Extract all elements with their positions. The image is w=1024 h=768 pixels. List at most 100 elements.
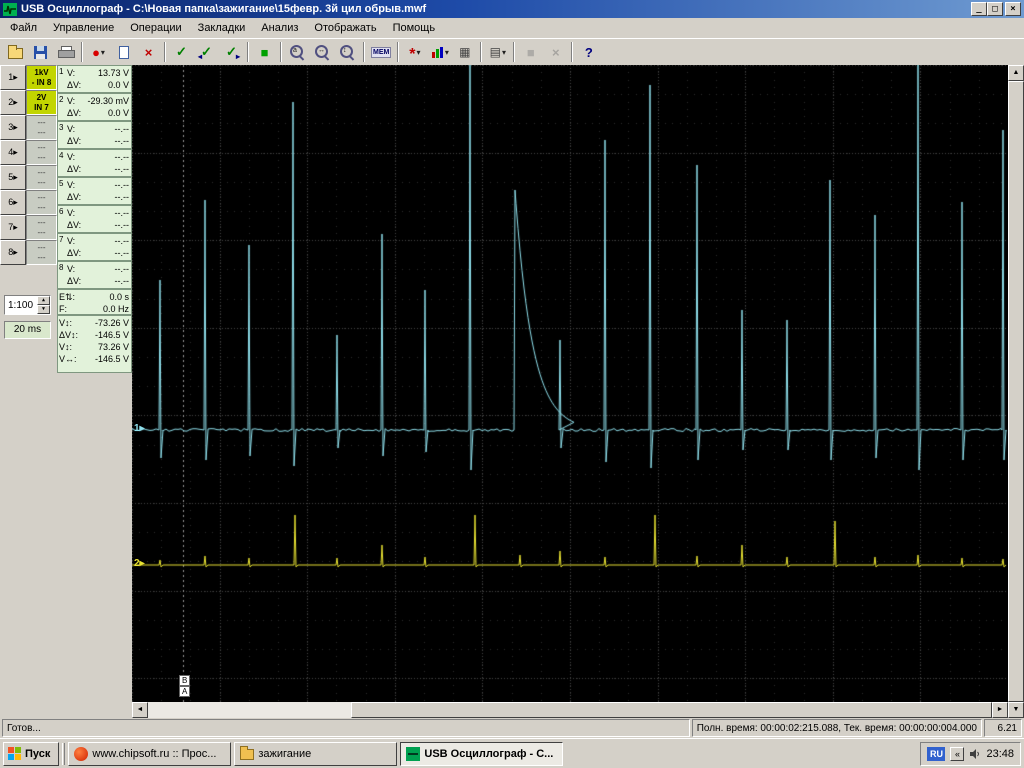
analysis-button[interactable]: ▾ bbox=[427, 40, 452, 64]
taskbar-task-2[interactable]: зажигание bbox=[234, 742, 397, 766]
delta-voltage-value: --.-- bbox=[115, 191, 130, 203]
mark-next-button[interactable]: ✓ bbox=[219, 40, 244, 64]
floppy-icon bbox=[34, 46, 47, 59]
mark-ok-button[interactable]: ✓ bbox=[169, 40, 194, 64]
voltage-label: V: bbox=[67, 151, 75, 163]
mark-prev-button[interactable]: ✓ bbox=[194, 40, 219, 64]
maximize-button[interactable]: □ bbox=[987, 2, 1003, 16]
range-value: --- bbox=[27, 143, 56, 153]
channel-5-range-box[interactable]: ------ bbox=[26, 165, 57, 190]
record-icon: ● bbox=[92, 45, 100, 60]
trace-1-marker[interactable]: 1▸ bbox=[134, 423, 145, 434]
range-value: --- bbox=[27, 118, 56, 128]
scroll-down-icon[interactable]: ▼ bbox=[1008, 702, 1024, 718]
language-indicator[interactable]: RU bbox=[927, 747, 945, 761]
cursor-value: -146.5 V bbox=[95, 353, 129, 365]
channel-1-button[interactable]: 1▸ bbox=[0, 65, 26, 90]
toolbar: ●▾×✓✓✓■a↔↕MEM*▾▾▦▤▾■×? bbox=[0, 38, 1024, 65]
channel-number: 4 bbox=[59, 151, 67, 175]
scroll-up-icon[interactable]: ▲ bbox=[1008, 65, 1024, 81]
channel-4-button[interactable]: 4▸ bbox=[0, 140, 26, 165]
search-button[interactable]: a bbox=[285, 40, 310, 64]
check-left-icon: ✓ bbox=[201, 44, 212, 60]
delta-voltage-value: 0.0 V bbox=[108, 107, 129, 119]
menu-item-3[interactable]: Операции bbox=[122, 20, 189, 36]
menu-item-7[interactable]: Помощь bbox=[385, 20, 444, 36]
open-button[interactable] bbox=[3, 40, 28, 64]
channel-4-range-box[interactable]: ------ bbox=[26, 140, 57, 165]
tray-collapse-icon[interactable]: « bbox=[950, 747, 964, 761]
channel-8-button[interactable]: 8▸ bbox=[0, 240, 26, 265]
windows-logo-icon bbox=[8, 747, 21, 760]
delete-record-button[interactable]: × bbox=[136, 40, 161, 64]
input-label: --- bbox=[27, 153, 56, 163]
taskbar-grip[interactable] bbox=[62, 743, 65, 765]
record-button[interactable]: ●▾ bbox=[86, 40, 111, 64]
close-button[interactable]: × bbox=[1005, 2, 1021, 16]
channel-3-button[interactable]: 3▸ bbox=[0, 115, 26, 140]
view-page-button[interactable] bbox=[111, 40, 136, 64]
menu-item-4[interactable]: Закладки bbox=[190, 20, 254, 36]
zoom-horizontal-button[interactable]: ↔ bbox=[310, 40, 335, 64]
menu-item-1[interactable]: Файл bbox=[2, 20, 45, 36]
report-button[interactable]: ▤▾ bbox=[485, 40, 510, 64]
scroll-left-icon[interactable]: ◄ bbox=[132, 702, 148, 718]
channel-7-range-box[interactable]: ------ bbox=[26, 215, 57, 240]
horizontal-scroll-thumb[interactable] bbox=[351, 702, 992, 718]
menu-item-5[interactable]: Анализ bbox=[253, 20, 306, 36]
horizontal-scrollbar[interactable]: ◄ ► bbox=[132, 702, 1008, 718]
oscillogram-canvas[interactable] bbox=[132, 65, 1008, 702]
chart-icon bbox=[431, 47, 444, 58]
taskbar-task-3[interactable]: USB Осциллограф - C... bbox=[400, 742, 563, 766]
volume-icon[interactable] bbox=[969, 748, 981, 760]
channel-8-row: 8▸------ bbox=[0, 240, 57, 265]
markers-button[interactable]: *▾ bbox=[402, 40, 427, 64]
cursor-value: 73.26 V bbox=[98, 341, 129, 353]
vertical-scrollbar[interactable]: ▲ ▼ bbox=[1008, 65, 1024, 718]
channel-7-measurements: 7V:--.--ΔV:--.-- bbox=[57, 233, 132, 261]
save-button[interactable] bbox=[28, 40, 53, 64]
vertical-scroll-thumb[interactable] bbox=[1008, 81, 1024, 702]
screen-mode-button[interactable]: ■ bbox=[252, 40, 277, 64]
channel-2-range-box[interactable]: 2VIN 7 bbox=[26, 90, 57, 115]
channel-7-button[interactable]: 7▸ bbox=[0, 215, 26, 240]
help-button[interactable]: ? bbox=[576, 40, 601, 64]
channel-8-range-box[interactable]: ------ bbox=[26, 240, 57, 265]
taskbar-task-1[interactable]: www.chipsoft.ru :: Прос... bbox=[68, 742, 231, 766]
channel-6-range-box[interactable]: ------ bbox=[26, 190, 57, 215]
channel-5-button[interactable]: 5▸ bbox=[0, 165, 26, 190]
toolbar-separator bbox=[363, 42, 365, 62]
desktop: USB Осциллограф - C:\Новая папка\зажиган… bbox=[0, 0, 1024, 768]
spin-up-icon[interactable]: ▲ bbox=[37, 296, 50, 305]
channel-number: 8 bbox=[59, 263, 67, 287]
channel-1-range-box[interactable]: 1kV- IN 8 bbox=[26, 65, 57, 90]
measure-grid-button[interactable]: ▦ bbox=[452, 40, 477, 64]
spin-down-icon[interactable]: ▼ bbox=[37, 305, 50, 314]
scroll-right-icon[interactable]: ► bbox=[992, 702, 1008, 718]
channel-number: 6 bbox=[59, 207, 67, 231]
delete-icon: × bbox=[145, 45, 153, 60]
cursor-label: V↕: bbox=[59, 341, 72, 353]
menu-item-6[interactable]: Отображать bbox=[306, 20, 384, 36]
horizontal-scroll-track[interactable] bbox=[148, 702, 992, 718]
cursor-label: V↔: bbox=[59, 353, 77, 365]
range-value: 2V bbox=[27, 93, 56, 103]
channel-2-button[interactable]: 2▸ bbox=[0, 90, 26, 115]
cursor-flag-b[interactable]: B bbox=[179, 675, 190, 686]
zoom-vertical-button[interactable]: ↕ bbox=[335, 40, 360, 64]
timebase-button[interactable]: 20 ms bbox=[4, 321, 51, 339]
channel-3-range-box[interactable]: ------ bbox=[26, 115, 57, 140]
ef-label: E⇅: bbox=[59, 291, 75, 303]
cursor-flag-a[interactable]: A bbox=[179, 686, 190, 697]
channel-6-button[interactable]: 6▸ bbox=[0, 190, 26, 215]
close-view-button: × bbox=[543, 40, 568, 64]
start-button[interactable]: Пуск bbox=[3, 742, 59, 766]
print-button[interactable] bbox=[53, 40, 78, 64]
channel-number: 5 bbox=[59, 179, 67, 203]
voltage-label: V: bbox=[67, 235, 75, 247]
probe-ratio-spinner[interactable]: 1:100 ▲ ▼ bbox=[4, 295, 51, 315]
minimize-button[interactable]: _ bbox=[971, 2, 987, 16]
memory-button[interactable]: MEM bbox=[368, 40, 394, 64]
menu-item-2[interactable]: Управление bbox=[45, 20, 122, 36]
trace-2-marker[interactable]: 2▸ bbox=[134, 558, 145, 569]
